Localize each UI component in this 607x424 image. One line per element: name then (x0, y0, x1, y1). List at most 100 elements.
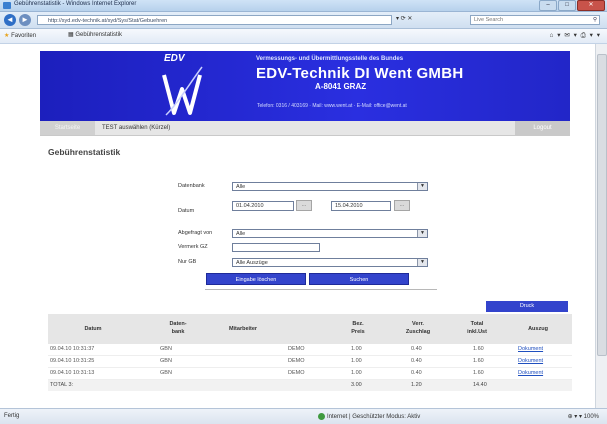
col-datum: Datum (84, 326, 102, 332)
cell-datenbank: GBN (160, 370, 172, 376)
forward-button[interactable]: ► (19, 14, 31, 26)
cell-datum: 09.04.10 10:31:37 (50, 346, 95, 352)
menu-home[interactable]: Startseite (40, 121, 95, 135)
cell-preis: 1.00 (351, 358, 362, 364)
chevron-down-icon[interactable]: ▼ (417, 259, 427, 266)
company-name: EDV-Technik DI Went GMBH (256, 65, 464, 82)
address-bar[interactable]: http://syd.edv-technik.at/syd/Sys/Stat/G… (37, 15, 392, 25)
maximize-button[interactable]: □ (558, 0, 576, 11)
cell-zuschlag: 0.40 (411, 346, 422, 352)
cell-datum: 09.04.10 10:31:25 (50, 358, 95, 364)
favorites-label: Favoriten (11, 33, 37, 39)
star-icon: ★ (4, 33, 10, 39)
browser-tab[interactable]: ▦ Gebührenstatistik (68, 31, 122, 38)
command-bar[interactable]: ⌂ ▾ ✉ ▾ ⎙ ▾ ▾ (550, 31, 601, 40)
page-title: Gebührenstatistik (48, 147, 121, 157)
search-icon[interactable]: ⚲ (593, 16, 597, 25)
favorites-button[interactable]: ★ Favoriten (4, 32, 36, 39)
reset-button[interactable]: Eingabe löschen (206, 273, 306, 285)
datenbank-value: Alle (236, 184, 246, 190)
address-controls[interactable]: ▾ ⟳ ✕ (396, 15, 412, 22)
chevron-down-icon[interactable]: ▼ (417, 230, 427, 237)
date-to-value: 15.04.2010 (335, 203, 363, 209)
col-preis: Bez. Preis (351, 321, 365, 335)
table-footer: TOTAL 3: 3.00 1.20 14.40 (48, 380, 572, 391)
zoom-level: 100% (583, 414, 599, 420)
table-row: 09.04.10 10:31:25 GBN DEMO 1.00 0.40 1.6… (48, 356, 572, 368)
results-table: Datum Daten- bank Mitarbeiter Bez. Preis… (48, 314, 572, 391)
zoom-control[interactable]: ⊕ ▾ ▾ 100% (568, 413, 599, 420)
navigation-bar: ◄ ► http://syd.edv-technik.at/syd/Sys/St… (0, 12, 607, 29)
mitarbeiter-select[interactable]: Alle ▼ (232, 229, 428, 238)
table-row: 09.04.10 10:31:13 GBN DEMO 1.00 0.40 1.6… (48, 368, 572, 380)
cell-preis: 1.00 (351, 346, 362, 352)
ansicht-select[interactable]: Alle Auszüge ▼ (232, 258, 428, 267)
aktenzahl-label: Vermerk GZ (178, 244, 208, 250)
chevron-down-icon[interactable]: ▼ (417, 183, 427, 190)
date-to-picker-button[interactable]: ... (394, 200, 410, 211)
date-from-input[interactable]: 01.04.2010 (232, 201, 294, 211)
search-input[interactable]: Live Search ⚲ (470, 15, 600, 25)
col-auszug: Auszug (528, 326, 548, 332)
footer-total: 14.40 (473, 382, 487, 388)
date-to-input[interactable]: 15.04.2010 (331, 201, 391, 211)
dokument-link[interactable]: Dokument (518, 357, 543, 366)
ansicht-label: Nur GB (178, 259, 197, 265)
mitarbeiter-value: Alle (236, 231, 246, 237)
footer-preis: 3.00 (351, 382, 362, 388)
datenbank-select[interactable]: Alle ▼ (232, 182, 428, 191)
company-city: A-8041 GRAZ (315, 82, 367, 91)
banner-subtitle: Vermessungs- und Übermittlungsstelle des… (256, 56, 404, 62)
footer-zuschlag: 1.20 (411, 382, 422, 388)
page-icon: ▦ (68, 32, 74, 38)
table-row: 09.04.10 10:31:37 GBN DEMO 1.00 0.40 1.6… (48, 344, 572, 356)
header-banner: EDV Vermessungs- und Übermittlungsstelle… (40, 51, 570, 121)
cell-datenbank: GBN (160, 358, 172, 364)
print-button[interactable]: Druck (486, 301, 568, 312)
security-zone: Internet | Geschützter Modus: Aktiv (318, 413, 420, 420)
favorites-bar: ★ Favoriten ▦ Gebührenstatistik ⌂ ▾ ✉ ▾ … (0, 29, 607, 44)
aktenzahl-input[interactable] (232, 243, 320, 252)
cell-zuschlag: 0.40 (411, 358, 422, 364)
scrollbar-thumb[interactable] (597, 54, 607, 356)
col-total: Total inkl.Ust (467, 321, 487, 335)
col-zuschlag: Verr. Zuschlag (405, 321, 431, 335)
mitarbeiter-label: Abgefragt von (178, 230, 213, 236)
globe-icon (318, 413, 325, 420)
window-titlebar: Gebührenstatistik - Windows Internet Exp… (0, 0, 607, 12)
menu-logout[interactable]: Logout (515, 121, 570, 135)
dokument-link[interactable]: Dokument (518, 369, 543, 378)
footer-label: TOTAL 3: (50, 382, 74, 388)
vertical-scrollbar[interactable] (595, 44, 607, 408)
col-mitarbeiter: Mitarbeiter (228, 326, 258, 332)
cell-datum: 09.04.10 10:31:13 (50, 370, 95, 376)
status-bar: Fertig Internet | Geschützter Modus: Akt… (0, 408, 607, 424)
date-from-value: 01.04.2010 (236, 203, 264, 209)
cell-preis: 1.00 (351, 370, 362, 376)
close-button[interactable]: ✕ (577, 0, 605, 11)
ansicht-value: Alle Auszüge (236, 260, 268, 266)
page-content: EDV Vermessungs- und Übermittlungsstelle… (0, 44, 596, 408)
cell-mitarbeiter: DEMO (288, 358, 305, 364)
cell-mitarbeiter: DEMO (288, 346, 305, 352)
search-button[interactable]: Suchen (309, 273, 409, 285)
window-title: Gebührenstatistik - Windows Internet Exp… (14, 1, 137, 7)
datum-label: Datum (178, 208, 195, 214)
menu-selected-test[interactable]: TEST auswählen (Kürzel) (102, 121, 170, 135)
search-placeholder: Live Search (474, 17, 504, 23)
table-header: Datum Daten- bank Mitarbeiter Bez. Preis… (48, 314, 572, 344)
minimize-button[interactable]: – (539, 0, 557, 11)
cell-datenbank: GBN (160, 346, 172, 352)
cell-zuschlag: 0.40 (411, 370, 422, 376)
company-logo: EDV (160, 53, 204, 119)
security-zone-label: Internet | Geschützter Modus: Aktiv (327, 414, 421, 421)
date-from-picker-button[interactable]: ... (296, 200, 312, 211)
cell-total: 1.60 (473, 370, 484, 376)
cell-total: 1.60 (473, 346, 484, 352)
form-divider (205, 289, 437, 290)
back-button[interactable]: ◄ (4, 14, 16, 26)
ie-icon (3, 2, 11, 9)
tab-label: Gebührenstatistik (75, 32, 123, 38)
dokument-link[interactable]: Dokument (518, 345, 543, 354)
status-text: Fertig (4, 413, 20, 419)
